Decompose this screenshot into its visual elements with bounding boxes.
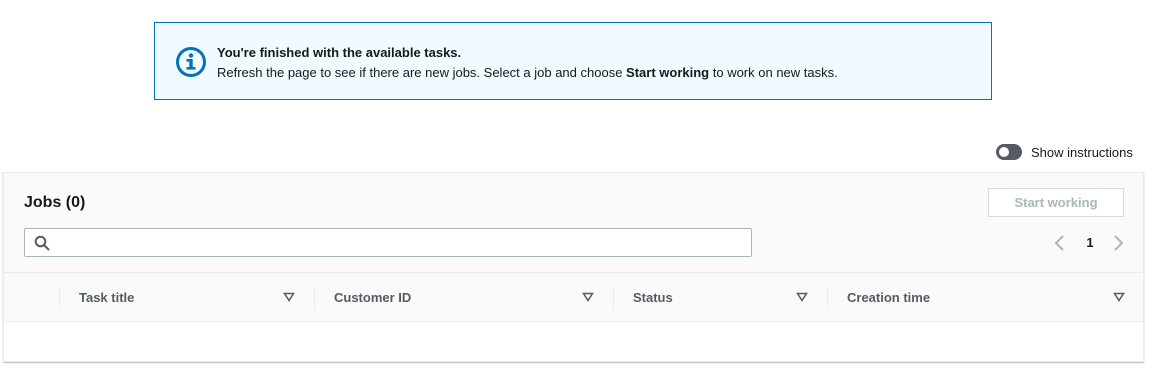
show-instructions-label[interactable]: Show instructions xyxy=(1031,145,1133,160)
sort-triangle-icon[interactable] xyxy=(582,292,594,302)
jobs-table-container: Jobs (0) Start working 1 Task title Cust… xyxy=(3,172,1144,362)
column-label: Customer ID xyxy=(334,290,412,305)
start-working-button[interactable]: Start working xyxy=(988,188,1124,217)
table-header-row: Task title Customer ID Status Creation t… xyxy=(4,272,1143,322)
info-alert: You're finished with the available tasks… xyxy=(154,22,992,100)
info-circle-icon xyxy=(176,47,206,77)
alert-message-prefix: Refresh the page to see if there are new… xyxy=(217,65,627,80)
table-body xyxy=(4,322,1143,361)
column-header-creation-time[interactable]: Creation time xyxy=(827,273,1143,321)
pagination: 1 xyxy=(1050,231,1130,255)
sort-triangle-icon[interactable] xyxy=(1113,292,1125,302)
column-divider xyxy=(314,287,315,309)
show-instructions-toggle[interactable]: Show instructions xyxy=(996,143,1133,161)
toggle-knob xyxy=(999,147,1009,157)
alert-message-suffix: to work on new tasks. xyxy=(709,65,838,80)
alert-message: Refresh the page to see if there are new… xyxy=(217,65,838,81)
current-page-number[interactable]: 1 xyxy=(1080,235,1100,250)
column-header-customer-id[interactable]: Customer ID xyxy=(314,273,613,321)
toggle-switch[interactable] xyxy=(996,144,1022,160)
column-divider xyxy=(59,287,60,309)
column-divider xyxy=(613,287,614,309)
column-label: Task title xyxy=(79,290,135,305)
jobs-header-title: Jobs (0) xyxy=(24,194,86,211)
column-divider xyxy=(827,287,828,309)
search-input[interactable] xyxy=(55,231,749,256)
sort-triangle-icon[interactable] xyxy=(283,292,295,302)
column-header-task-title[interactable]: Task title xyxy=(59,273,314,321)
column-header-status[interactable]: Status xyxy=(613,273,827,321)
sort-triangle-icon[interactable] xyxy=(796,292,808,302)
column-label: Creation time xyxy=(847,290,931,305)
alert-message-emphasis: Start working xyxy=(626,65,710,80)
chevron-right-icon[interactable] xyxy=(1108,233,1128,253)
search-icon xyxy=(34,235,50,251)
search-field[interactable] xyxy=(24,228,752,257)
chevron-left-icon[interactable] xyxy=(1050,233,1070,253)
column-label: Status xyxy=(633,290,673,305)
alert-title: You're finished with the available tasks… xyxy=(217,45,462,60)
